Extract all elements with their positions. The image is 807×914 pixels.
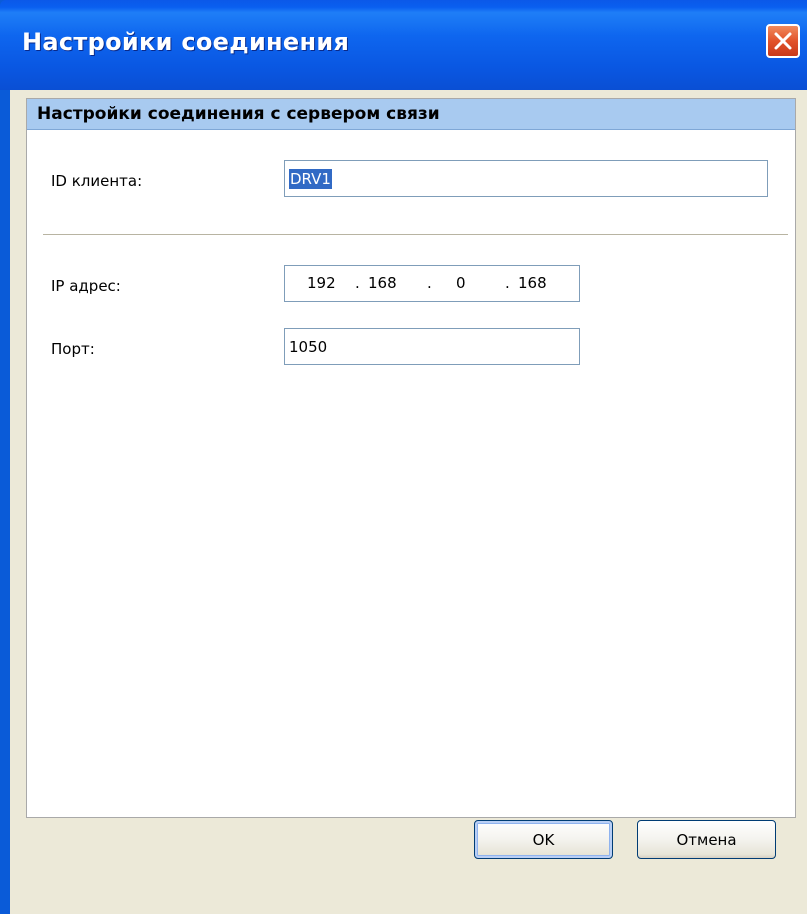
client-id-value: DRV1: [289, 168, 332, 189]
ip-dot-1: .: [355, 274, 360, 292]
ip-octet-2[interactable]: 168: [368, 274, 397, 292]
ip-octet-1[interactable]: 192: [307, 274, 336, 292]
ip-octet-3[interactable]: 0: [456, 274, 466, 292]
settings-panel: Настройки соединения с сервером связи ID…: [26, 98, 796, 818]
panel-header: Настройки соединения с сервером связи: [27, 99, 795, 130]
ip-address-label: IP адрес:: [51, 277, 121, 295]
section-divider: [43, 234, 788, 235]
port-value: 1050: [289, 337, 328, 356]
ip-dot-2: .: [427, 274, 432, 292]
client-id-label: ID клиента:: [51, 172, 143, 190]
panel-header-title: Настройки соединения с сервером связи: [37, 104, 440, 124]
client-id-input[interactable]: DRV1: [284, 160, 768, 197]
title-bar[interactable]: Настройки соединения: [0, 0, 807, 90]
ip-address-input[interactable]: 192 . 168 . 0 . 168: [284, 265, 580, 302]
window-title: Настройки соединения: [22, 28, 350, 56]
port-input[interactable]: 1050: [284, 328, 580, 365]
cancel-button[interactable]: Отмена: [637, 820, 776, 859]
dialog-body: Настройки соединения с сервером связи ID…: [10, 90, 807, 914]
ip-octet-4[interactable]: 168: [518, 274, 547, 292]
port-label: Порт:: [51, 340, 95, 358]
ok-button[interactable]: OK: [474, 820, 613, 859]
ip-dot-3: .: [505, 274, 510, 292]
close-button[interactable]: [766, 24, 800, 58]
dialog-window: Настройки соединения Настройки соединени…: [0, 0, 807, 914]
close-icon: [774, 32, 792, 50]
